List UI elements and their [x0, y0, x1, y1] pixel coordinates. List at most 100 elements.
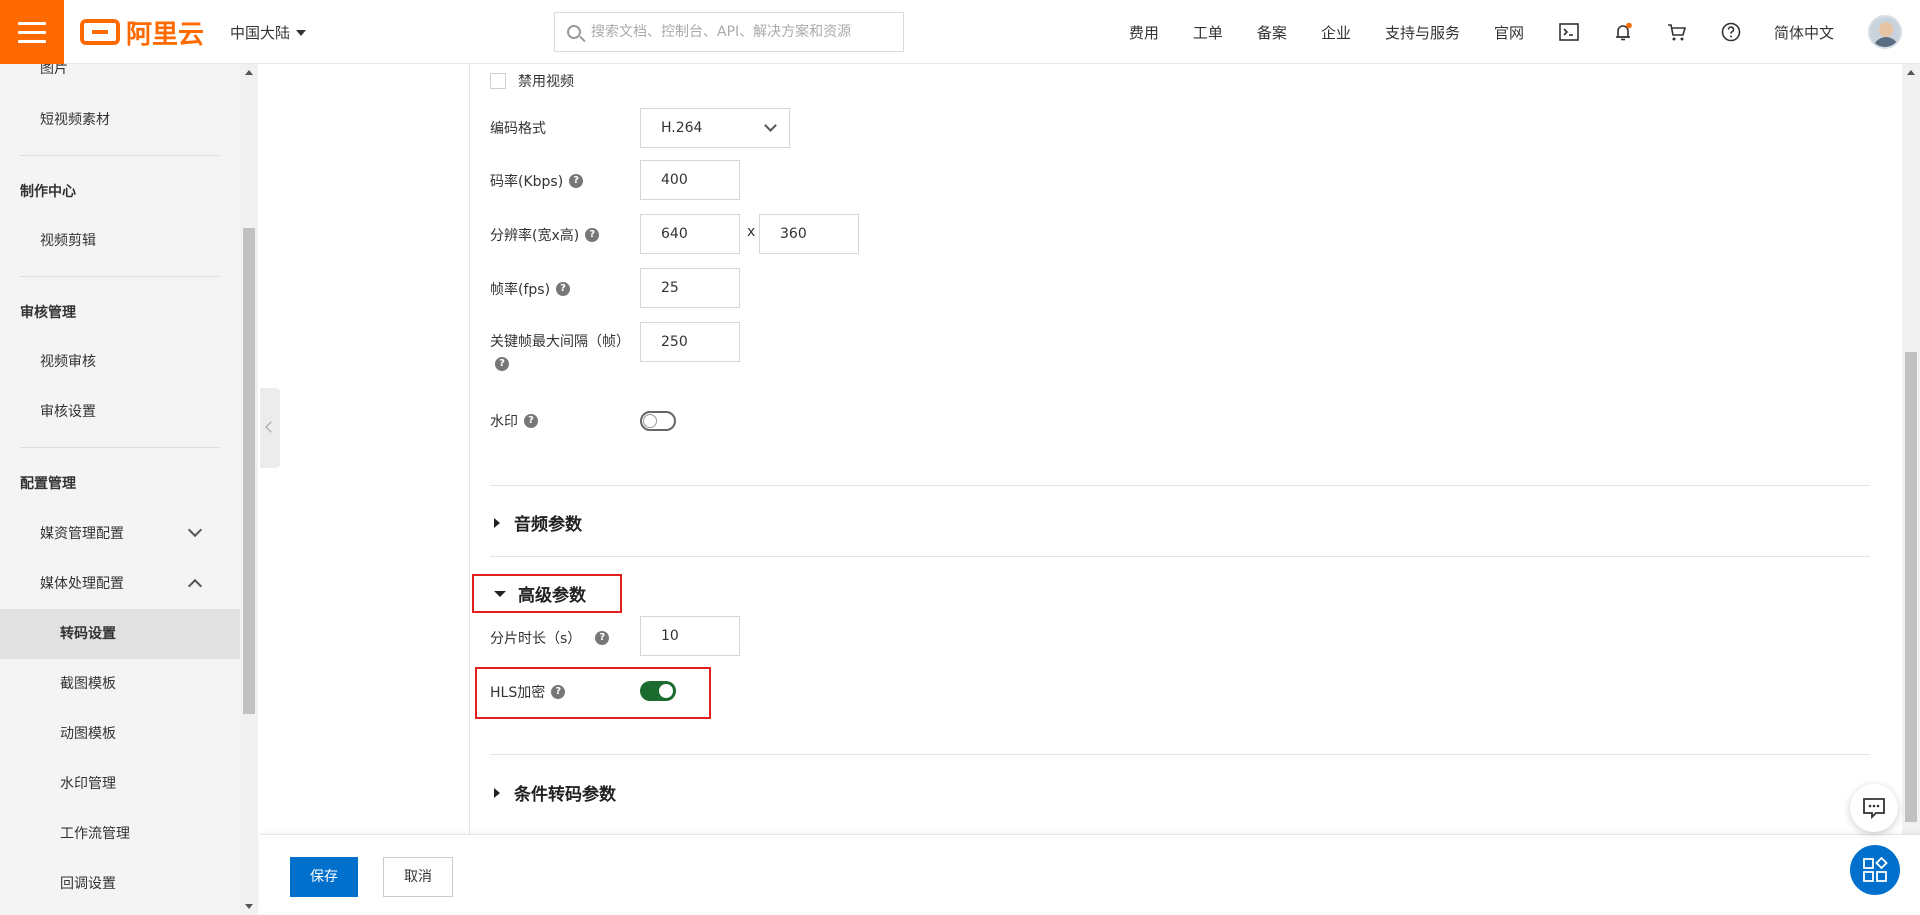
- chevron-down-icon: [764, 119, 777, 132]
- sidebar-group-production: 制作中心: [20, 184, 76, 200]
- help-icon[interactable]: ?: [524, 414, 538, 428]
- fps-input[interactable]: 25: [640, 268, 740, 308]
- segment-duration-input[interactable]: 10: [640, 616, 740, 656]
- caret-right-icon: [494, 787, 500, 798]
- sidebar-item-media-asset-config[interactable]: 媒资管理配置: [0, 509, 240, 559]
- codec-value: H.264: [661, 120, 703, 136]
- sidebar-item-transcode-settings[interactable]: 转码设置: [0, 609, 240, 659]
- gop-label: 关键帧最大间隔（帧）: [490, 334, 630, 350]
- sidebar-item-label: 媒体处理配置: [40, 576, 124, 592]
- sidebar-scrollbar[interactable]: [240, 64, 258, 915]
- sidebar-item-images[interactable]: 图片: [0, 64, 240, 94]
- chevron-up-icon: [187, 578, 203, 594]
- nav-icp[interactable]: 备案: [1257, 22, 1287, 43]
- sidebar: 图片 短视频素材 制作中心 视频剪辑 审核管理 视频审核 审核设置 配置管理 媒…: [0, 64, 240, 915]
- segment-label: 分片时长（s）: [490, 631, 582, 647]
- chat-support-button[interactable]: [1850, 784, 1898, 832]
- watermark-row: 水印 ?: [490, 409, 538, 433]
- sidebar-item-workflow-management[interactable]: 工作流管理: [0, 809, 240, 859]
- caret-down-icon: [296, 29, 307, 36]
- disable-video-label: 禁用视频: [518, 74, 574, 90]
- watermark-toggle[interactable]: [640, 411, 676, 431]
- logo-text: 阿里云: [126, 19, 205, 50]
- gop-input[interactable]: 250: [640, 322, 740, 362]
- hls-encryption-toggle[interactable]: [640, 681, 676, 701]
- audio-section-title: 音频参数: [514, 515, 582, 535]
- disable-video-row[interactable]: 禁用视频: [490, 69, 574, 93]
- sidebar-collapse-button[interactable]: [260, 388, 280, 468]
- notification-bell-icon[interactable]: [1612, 21, 1634, 43]
- sidebar-group-review: 审核管理: [20, 305, 76, 321]
- toggle-knob: [643, 414, 657, 428]
- watermark-label: 水印: [490, 414, 518, 430]
- nav-support[interactable]: 支持与服务: [1385, 22, 1460, 43]
- help-icon[interactable]: ?: [551, 685, 566, 699]
- save-button[interactable]: 保存: [290, 857, 358, 897]
- disable-video-checkbox[interactable]: [490, 73, 506, 89]
- help-icon[interactable]: ?: [585, 228, 600, 242]
- chevron-down-icon: [187, 522, 203, 538]
- section-divider: [490, 485, 1870, 486]
- codec-select[interactable]: H.264: [640, 108, 790, 148]
- height-input[interactable]: 360: [759, 214, 859, 254]
- content-scrollbar-thumb[interactable]: [1905, 352, 1917, 822]
- advanced-section-title: 高级参数: [518, 586, 586, 606]
- sidebar-item-snapshot-templates[interactable]: 截图模板: [0, 659, 240, 709]
- cart-icon[interactable]: [1666, 21, 1688, 43]
- terminal-icon[interactable]: [1558, 21, 1580, 43]
- top-nav: 费用 工单 备案 企业 支持与服务 官网 简体中文: [1129, 0, 1920, 64]
- resolution-label: 分辨率(宽x高): [490, 228, 580, 244]
- fps-label: 帧率(fps): [490, 282, 551, 298]
- codec-label: 编码格式: [490, 121, 546, 137]
- width-input[interactable]: 640: [640, 214, 740, 254]
- help-icon[interactable]: [1720, 21, 1742, 43]
- sidebar-item-review-settings[interactable]: 审核设置: [0, 387, 240, 437]
- top-bar: 阿里云 中国大陆 费用 工单 备案 企业 支持与服务 官网 简体中文: [0, 0, 1920, 64]
- hls-encryption-row: HLS加密 ?: [490, 680, 566, 704]
- sidebar-item-short-video-assets[interactable]: 短视频素材: [0, 95, 240, 145]
- resolution-row: 分辨率(宽x高) ?: [490, 223, 600, 247]
- sidebar-group-config: 配置管理: [20, 476, 76, 492]
- content-scrollbar[interactable]: [1902, 64, 1920, 834]
- sidebar-item-gif-templates[interactable]: 动图模板: [0, 709, 240, 759]
- language-selector[interactable]: 简体中文: [1774, 22, 1834, 43]
- bitrate-row: 码率(Kbps) ?: [490, 169, 584, 193]
- sidebar-item-video-editing[interactable]: 视频剪辑: [0, 216, 240, 266]
- section-divider: [490, 556, 1870, 557]
- search-input[interactable]: [591, 24, 881, 40]
- transcode-form: 禁用视频 编码格式 H.264 码率(Kbps) ? 400 分辨率(宽x高) …: [469, 64, 1870, 834]
- region-label: 中国大陆: [230, 24, 291, 42]
- nav-enterprise[interactable]: 企业: [1321, 22, 1351, 43]
- user-avatar[interactable]: [1868, 15, 1902, 49]
- audio-section-header[interactable]: 音频参数: [494, 510, 582, 535]
- hamburger-menu-button[interactable]: [0, 0, 64, 64]
- aliyun-logo[interactable]: 阿里云: [80, 16, 205, 50]
- cancel-button[interactable]: 取消: [383, 857, 453, 897]
- apps-shortcut-button[interactable]: [1850, 845, 1900, 895]
- nav-official-site[interactable]: 官网: [1494, 22, 1524, 43]
- sidebar-item-watermark-management[interactable]: 水印管理: [0, 759, 240, 809]
- sidebar-item-media-processing-config[interactable]: 媒体处理配置: [0, 559, 240, 609]
- sidebar-divider: [20, 155, 219, 156]
- scroll-up-arrow-icon[interactable]: [245, 70, 253, 75]
- toggle-knob: [659, 684, 673, 698]
- region-selector[interactable]: 中国大陆: [230, 22, 307, 43]
- apps-grid-icon: [1863, 857, 1888, 882]
- search-icon: [567, 25, 581, 39]
- help-icon[interactable]: ?: [495, 357, 509, 371]
- scroll-down-arrow-icon[interactable]: [245, 904, 253, 909]
- nav-fees[interactable]: 费用: [1129, 22, 1159, 43]
- sidebar-scrollbar-thumb[interactable]: [243, 228, 255, 714]
- caret-down-icon: [494, 590, 506, 597]
- sidebar-item-video-review[interactable]: 视频审核: [0, 337, 240, 387]
- bitrate-input[interactable]: 400: [640, 160, 740, 200]
- help-icon[interactable]: ?: [595, 631, 610, 645]
- help-icon[interactable]: ?: [569, 174, 584, 188]
- global-search[interactable]: [554, 12, 904, 52]
- scroll-up-arrow-icon[interactable]: [1907, 70, 1915, 75]
- nav-tickets[interactable]: 工单: [1193, 22, 1223, 43]
- conditional-section-header[interactable]: 条件转码参数: [494, 780, 616, 805]
- advanced-section-header[interactable]: 高级参数: [494, 581, 586, 606]
- help-icon[interactable]: ?: [556, 282, 571, 296]
- sidebar-item-callback-settings[interactable]: 回调设置: [0, 859, 240, 909]
